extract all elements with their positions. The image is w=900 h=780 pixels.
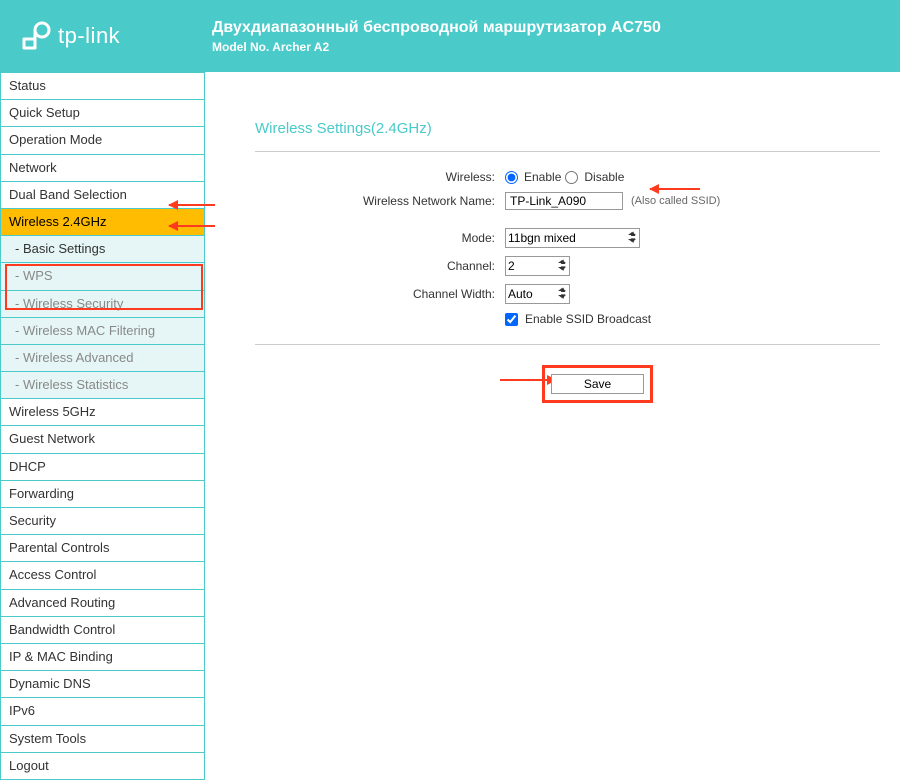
nav-quick-setup[interactable]: Quick Setup [0,100,205,127]
label-channel: Channel: [255,259,505,273]
checkbox-ssid-broadcast[interactable] [505,313,518,326]
content-panel: Wireless Settings(2.4GHz) Wireless: Enab… [205,72,900,780]
nav-wireless-5ghz[interactable]: Wireless 5GHz [0,399,205,426]
nav-ip-mac-binding[interactable]: IP & MAC Binding [0,644,205,671]
label-wireless: Wireless: [255,170,505,184]
nav-operation-mode[interactable]: Operation Mode [0,127,205,154]
nav-wireless-statistics[interactable]: - Wireless Statistics [0,372,205,399]
radio-wireless-enable[interactable] [505,171,518,184]
nav-security[interactable]: Security [0,508,205,535]
input-network-name[interactable] [505,192,623,210]
nav-guest-network[interactable]: Guest Network [0,426,205,453]
separator [255,344,880,345]
nav-network[interactable]: Network [0,155,205,182]
model-number: Model No. Archer A2 [212,40,661,54]
panel-title: Wireless Settings(2.4GHz) [255,102,880,152]
nav-bandwidth-control[interactable]: Bandwidth Control [0,617,205,644]
annotation-arrow-icon [650,188,700,190]
product-title: Двухдиапазонный беспроводной маршрутизат… [212,19,661,37]
highlight-save-frame: Save [542,365,653,403]
nav-status[interactable]: Status [0,72,205,100]
sidebar: Status Quick Setup Operation Mode Networ… [0,72,205,780]
nav-wireless-advanced[interactable]: - Wireless Advanced [0,345,205,372]
save-button[interactable]: Save [551,374,644,394]
nav-ipv6[interactable]: IPv6 [0,698,205,725]
radio-label-disable: Disable [584,170,624,184]
nav-mac-filtering[interactable]: - Wireless MAC Filtering [0,318,205,345]
label-channel-width: Channel Width: [255,287,505,301]
header: tp-link Двухдиапазонный беспроводной мар… [0,0,900,72]
nav-parental-controls[interactable]: Parental Controls [0,535,205,562]
header-title-block: Двухдиапазонный беспроводной маршрутизат… [212,19,661,54]
nav-forwarding[interactable]: Forwarding [0,481,205,508]
nav-logout[interactable]: Logout [0,753,205,780]
nav-access-control[interactable]: Access Control [0,562,205,589]
label-mode: Mode: [255,231,505,245]
nav-wireless-24ghz[interactable]: Wireless 2.4GHz [0,209,205,236]
radio-wireless-disable[interactable] [565,171,578,184]
select-channel[interactable]: 2 [505,256,570,276]
nav-advanced-routing[interactable]: Advanced Routing [0,590,205,617]
nav-dhcp[interactable]: DHCP [0,454,205,481]
nav-dynamic-dns[interactable]: Dynamic DNS [0,671,205,698]
nav-wps[interactable]: - WPS [0,263,205,290]
label-ssid-broadcast: Enable SSID Broadcast [525,312,651,326]
select-channel-width[interactable]: Auto [505,284,570,304]
nav-dual-band[interactable]: Dual Band Selection [0,182,205,209]
brand-logo: tp-link [20,20,192,52]
select-mode[interactable]: 11bgn mixed [505,228,640,248]
ssid-note: (Also called SSID) [631,195,720,207]
radio-label-enable: Enable [524,170,561,184]
tplink-logo-icon [20,20,52,52]
nav-basic-settings[interactable]: - Basic Settings [0,236,205,263]
nav-wireless-security[interactable]: - Wireless Security [0,291,205,318]
label-network-name: Wireless Network Name: [255,194,505,208]
nav-system-tools[interactable]: System Tools [0,726,205,753]
brand-text: tp-link [58,23,120,49]
